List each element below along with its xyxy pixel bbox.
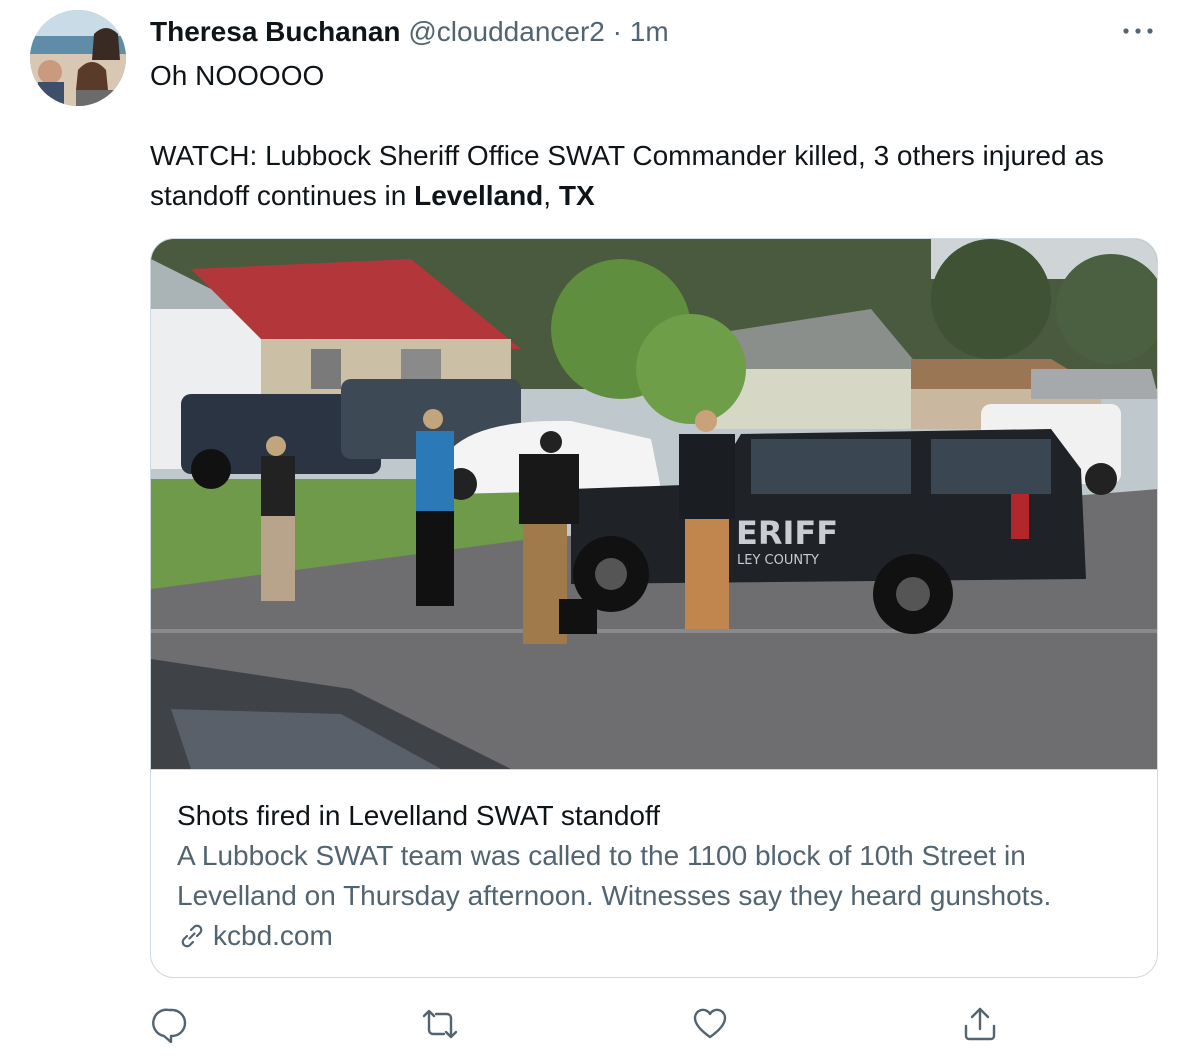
more-icon — [1123, 28, 1153, 34]
card-description: A Lubbock SWAT team was called to the 11… — [177, 840, 1052, 911]
retweet-button[interactable] — [418, 1004, 462, 1044]
reply-button[interactable] — [150, 1004, 190, 1044]
more-button[interactable] — [1118, 14, 1158, 48]
separator: · — [612, 16, 622, 47]
tweet-text-place[interactable]: Levelland — [414, 180, 543, 211]
avatar-image — [30, 10, 126, 106]
card-image[interactable]: ERIFF LEY COUNTY — [151, 239, 1158, 769]
author-name[interactable]: Theresa Buchanan — [150, 16, 401, 47]
tweet-actions — [150, 1000, 1010, 1050]
vehicle-text: ERIFF — [736, 514, 838, 552]
tweet-text-line1: Oh NOOOOO — [150, 60, 325, 91]
reply-icon — [152, 1008, 187, 1044]
tweet-text: Oh NOOOOO WATCH: Lubbock Sheriff Office … — [150, 56, 1160, 216]
share-icon — [964, 1007, 996, 1041]
tweet-text-state[interactable]: TX — [559, 180, 595, 211]
tweet-text-body: WATCH: Lubbock Sheriff Office SWAT Comma… — [150, 140, 1104, 211]
link-card[interactable]: ERIFF LEY COUNTY Shots fired in Levellan… — [150, 238, 1158, 978]
tweet-header: Theresa Buchanan @clouddancer2 · 1m — [150, 12, 669, 52]
card-body: Shots fired in Levelland SWAT standoff A… — [151, 769, 1157, 956]
like-icon — [693, 1008, 727, 1039]
card-title[interactable]: Shots fired in Levelland SWAT standoff — [177, 796, 1133, 836]
retweet-icon — [422, 1009, 458, 1039]
link-icon — [181, 924, 203, 948]
tweet-text-comma: , — [543, 180, 559, 211]
author-handle[interactable]: @clouddancer2 — [408, 16, 605, 47]
like-button[interactable] — [690, 1004, 730, 1044]
vehicle-subtext: LEY COUNTY — [737, 553, 819, 568]
card-domain: kcbd.com — [213, 920, 333, 951]
avatar[interactable] — [30, 10, 126, 106]
tweet-text-line2: WATCH: Lubbock Sheriff Office SWAT Comma… — [150, 136, 1160, 216]
card-domain-row: kcbd.com — [177, 916, 1133, 956]
timestamp[interactable]: 1m — [630, 16, 669, 47]
share-button[interactable] — [960, 1004, 1000, 1044]
